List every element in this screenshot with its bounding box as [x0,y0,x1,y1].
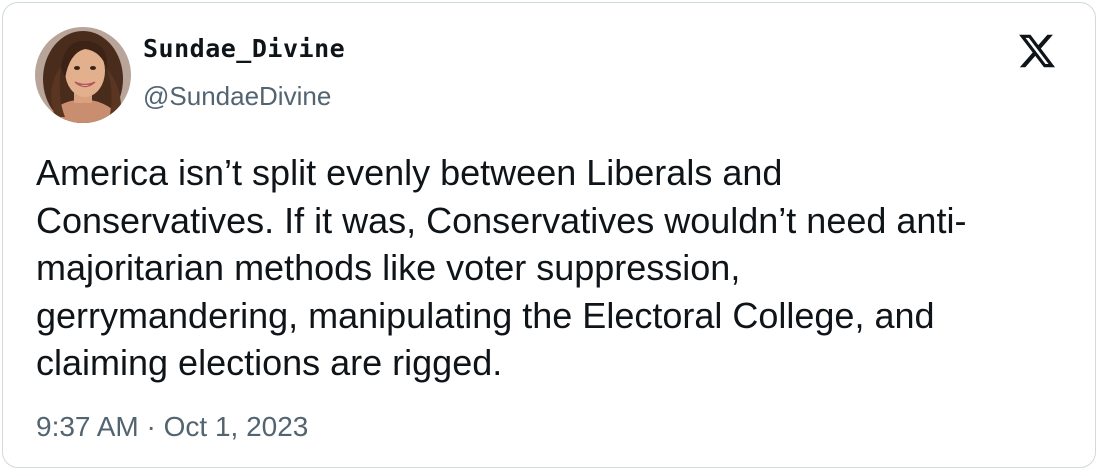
tweet-text-line: claiming elections are rigged. [36,342,503,383]
tweet-text: America isn’t split evenly between Liber… [36,149,1066,387]
avatar-image [35,27,131,123]
tweet-timestamp[interactable]: 9:37 AM · Oct 1, 2023 [36,411,308,443]
x-logo-icon[interactable] [1017,31,1057,71]
tweet-text-line: majoritarian methods like voter suppress… [36,247,741,288]
author-handle[interactable]: @SundaeDivine [143,81,331,112]
tweet-card: Sundae_Divine @SundaeDivine America isn’… [2,2,1096,468]
tweet-text-line: Conservatives. If it was, Conservatives … [36,199,967,241]
tweet-text-line: gerrymandering, manipulating the Elector… [36,294,935,336]
tweet-text-line: America isn’t split evenly between Liber… [36,152,783,193]
author-display-name[interactable]: Sundae_Divine [143,34,345,63]
avatar[interactable] [35,27,131,123]
